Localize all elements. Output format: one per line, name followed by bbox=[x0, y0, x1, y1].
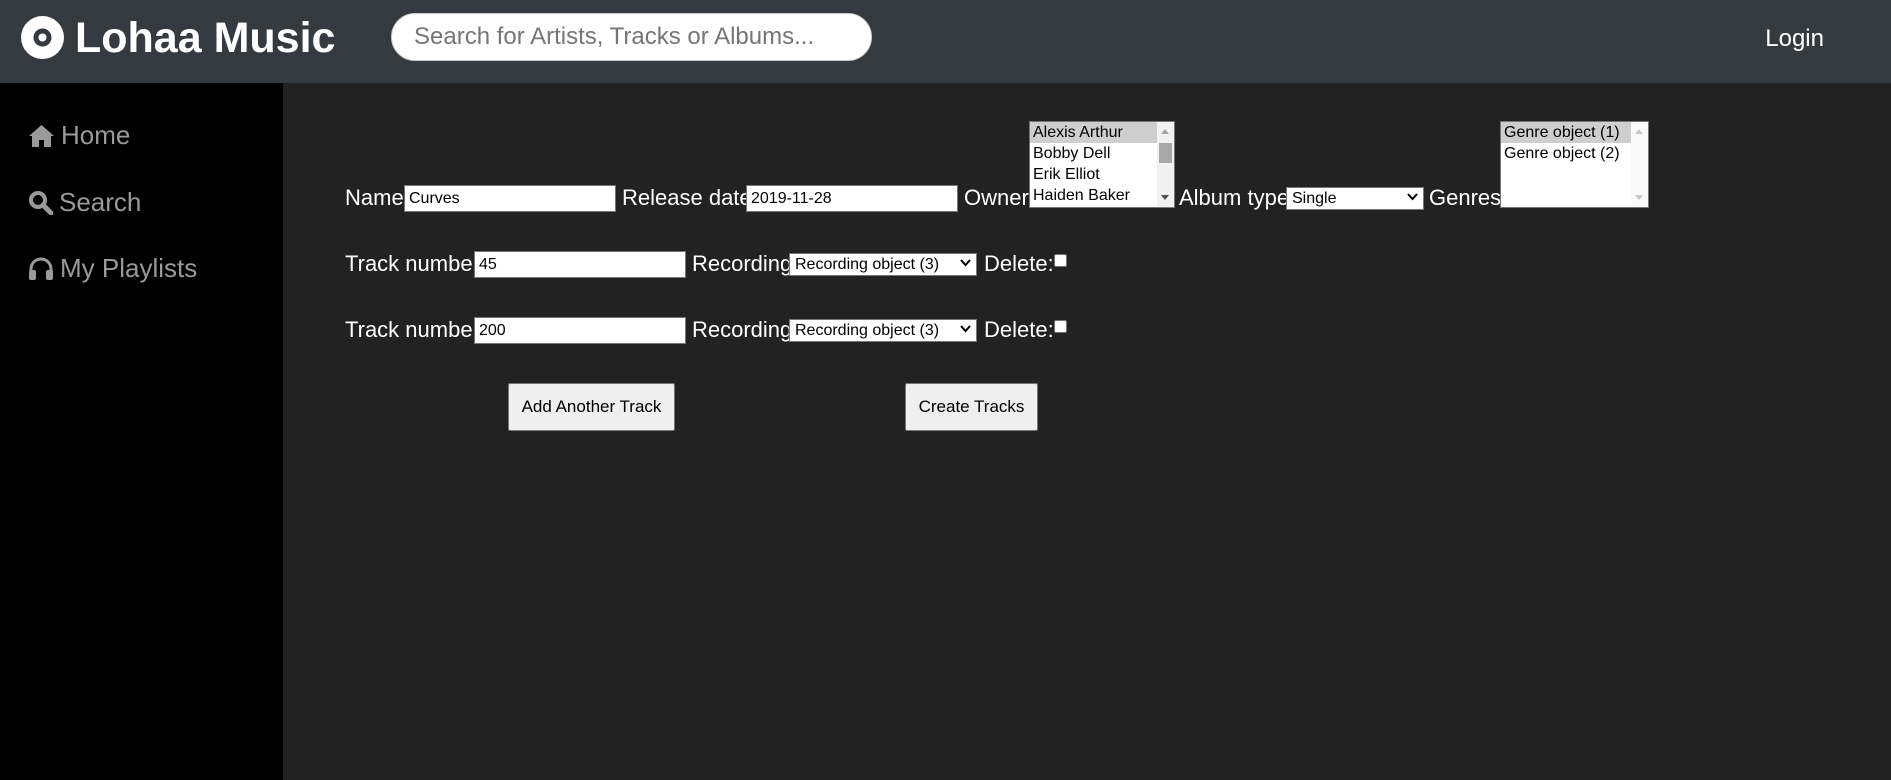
sidebar-item-label: Search bbox=[59, 187, 142, 217]
app-title[interactable]: Lohaa Music bbox=[75, 13, 335, 63]
chevron-down-icon bbox=[960, 259, 971, 267]
sidebar-item-search[interactable]: Search bbox=[28, 184, 141, 220]
create-tracks-button[interactable]: Create Tracks bbox=[905, 383, 1038, 431]
chevron-down-icon bbox=[1407, 193, 1418, 201]
scroll-down-icon[interactable] bbox=[1635, 195, 1643, 200]
recording-value: Recording object (3) bbox=[795, 256, 940, 273]
recording-select[interactable]: Recording object (3) bbox=[789, 253, 977, 276]
release-date-label: Release date: bbox=[622, 185, 758, 210]
add-another-track-button[interactable]: Add Another Track bbox=[508, 383, 675, 431]
release-date-field[interactable] bbox=[746, 185, 958, 212]
owner-listbox[interactable]: Alexis Arthur Bobby Dell Erik Elliot Hai… bbox=[1029, 121, 1175, 208]
scroll-thumb[interactable] bbox=[1159, 143, 1172, 163]
name-label: Name: bbox=[345, 185, 410, 210]
scroll-up-icon[interactable] bbox=[1635, 129, 1643, 134]
recording-select[interactable]: Recording object (3) bbox=[789, 319, 977, 342]
track-number-field[interactable] bbox=[474, 317, 686, 344]
sidebar-item-label: Home bbox=[61, 120, 131, 150]
genre-option[interactable]: Genre object (1) bbox=[1501, 122, 1648, 143]
album-track-form: Name: Release date: Owner: Alexis Arthur… bbox=[283, 83, 1891, 780]
sidebar-item-home[interactable]: Home bbox=[28, 117, 130, 153]
genres-listbox[interactable]: Genre object (1) Genre object (2) bbox=[1500, 121, 1649, 208]
delete-label: Delete: bbox=[984, 251, 1054, 276]
album-type-label: Album type: bbox=[1179, 185, 1296, 210]
owner-scrollbar[interactable] bbox=[1157, 122, 1174, 207]
vinyl-disc-icon bbox=[21, 16, 64, 59]
recording-label: Recording: bbox=[692, 251, 799, 276]
recording-label: Recording: bbox=[692, 317, 799, 342]
genres-label: Genres: bbox=[1429, 185, 1508, 210]
album-type-select[interactable]: Single bbox=[1286, 187, 1424, 210]
sidebar-item-my-playlists[interactable]: My Playlists bbox=[28, 250, 197, 286]
track-number-label: Track number: bbox=[345, 251, 487, 276]
top-navbar: Lohaa Music Login bbox=[0, 0, 1891, 83]
login-link[interactable]: Login bbox=[1765, 22, 1824, 56]
home-icon bbox=[29, 125, 54, 147]
scroll-down-icon[interactable] bbox=[1161, 195, 1169, 200]
track-number-field[interactable] bbox=[474, 251, 686, 278]
scroll-up-icon[interactable] bbox=[1161, 129, 1169, 134]
owner-option[interactable]: Erik Elliot bbox=[1030, 164, 1174, 185]
recording-value: Recording object (3) bbox=[795, 322, 940, 339]
owner-option[interactable]: Alexis Arthur bbox=[1030, 122, 1174, 143]
track-number-label: Track number: bbox=[345, 317, 487, 342]
delete-checkbox[interactable] bbox=[1054, 254, 1067, 267]
owner-option[interactable]: Bobby Dell bbox=[1030, 143, 1174, 164]
owner-label: Owner: bbox=[964, 185, 1035, 210]
chevron-down-icon bbox=[960, 325, 971, 333]
genres-scrollbar[interactable] bbox=[1631, 122, 1648, 207]
delete-checkbox[interactable] bbox=[1054, 320, 1067, 333]
headphones-icon bbox=[29, 257, 53, 280]
search-icon bbox=[29, 191, 54, 216]
album-type-value: Single bbox=[1292, 190, 1337, 207]
sidebar: Home Search My Playlists bbox=[0, 83, 283, 780]
delete-label: Delete: bbox=[984, 317, 1054, 342]
owner-option[interactable]: Haiden Baker bbox=[1030, 185, 1174, 206]
genre-option[interactable]: Genre object (2) bbox=[1501, 143, 1648, 164]
search-input[interactable] bbox=[391, 13, 872, 61]
name-field[interactable] bbox=[404, 185, 616, 212]
sidebar-item-label: My Playlists bbox=[60, 253, 198, 283]
